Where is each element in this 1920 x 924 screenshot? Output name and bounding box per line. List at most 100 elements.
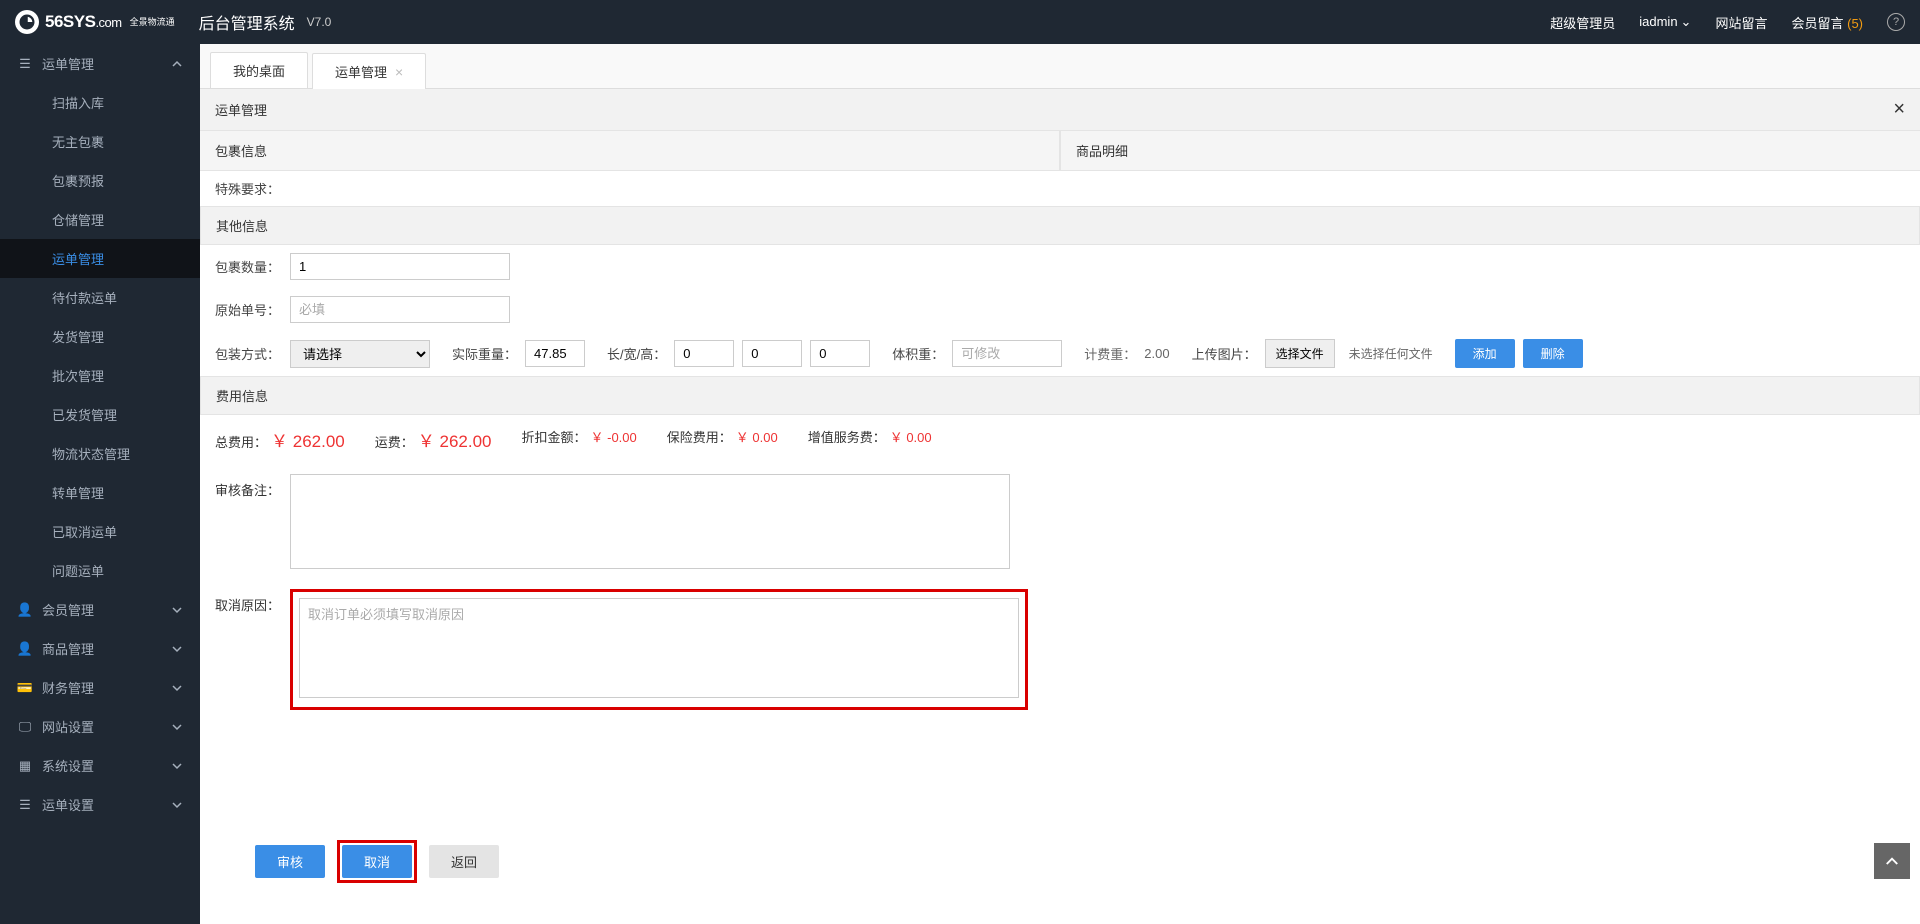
chevron-down-icon bbox=[172, 800, 182, 810]
sidebar-item-storage[interactable]: 仓储管理 bbox=[0, 200, 200, 239]
sidebar-item-batch[interactable]: 批次管理 bbox=[0, 356, 200, 395]
monitor-icon: 🖵 bbox=[18, 720, 32, 734]
sidebar-item-waybill-mgmt[interactable]: 运单管理 bbox=[0, 239, 200, 278]
main-area: 我的桌面 运单管理× 运单管理 × 包裹信息 商品明细 特殊要求： 其他信息 包… bbox=[200, 44, 1920, 924]
vas-label: 增值服务费： bbox=[808, 427, 886, 446]
ship-fee-label: 运费： bbox=[375, 432, 414, 451]
cancel-reason-label: 取消原因： bbox=[215, 589, 290, 614]
sidebar-group-site-settings[interactable]: 🖵网站设置 bbox=[0, 707, 200, 746]
pkg-count-label: 包裹数量： bbox=[215, 257, 290, 276]
dim-width-input[interactable] bbox=[742, 340, 802, 367]
help-icon[interactable]: ? bbox=[1887, 13, 1905, 31]
sidebar-item-transfer[interactable]: 转单管理 bbox=[0, 473, 200, 512]
list-icon: ☰ bbox=[18, 798, 32, 812]
content-panel: 运单管理 × 包裹信息 商品明细 特殊要求： 其他信息 包裹数量： 原始单号： … bbox=[200, 89, 1920, 924]
cancel-reason-textarea[interactable] bbox=[299, 598, 1019, 698]
sidebar-item-shipped[interactable]: 已发货管理 bbox=[0, 395, 200, 434]
insurance-label: 保险费用： bbox=[667, 427, 732, 446]
tab-waybill-mgmt[interactable]: 运单管理× bbox=[312, 53, 426, 89]
orig-no-input[interactable] bbox=[290, 296, 510, 323]
page-tabs: 我的桌面 运单管理× bbox=[200, 44, 1920, 89]
logo-icon bbox=[15, 10, 39, 34]
sidebar-item-logistics-status[interactable]: 物流状态管理 bbox=[0, 434, 200, 473]
panel-title-bar: 运单管理 × bbox=[200, 89, 1920, 131]
header-right: 超级管理员 iadmin⌄ 网站留言 会员留言 (5) ? bbox=[1550, 13, 1905, 32]
sidebar-group-waybill[interactable]: ☰运单管理 bbox=[0, 44, 200, 83]
sidebar-group-member[interactable]: 👤会员管理 bbox=[0, 590, 200, 629]
audit-remark-label: 审核备注： bbox=[215, 474, 290, 499]
add-button[interactable]: 添加 bbox=[1455, 339, 1515, 368]
vas-value: ￥ 0.00 bbox=[890, 427, 932, 446]
back-button[interactable]: 返回 bbox=[429, 845, 499, 878]
audit-remark-textarea[interactable] bbox=[290, 474, 1010, 569]
app-header: 56SYS.com 全景物流通 后台管理系统 V7.0 超级管理员 iadmin… bbox=[0, 0, 1920, 44]
brand-text: 56SYS.com bbox=[45, 12, 122, 32]
choose-file-button[interactable]: 选择文件 bbox=[1265, 339, 1335, 368]
wallet-icon: 💳 bbox=[18, 681, 32, 695]
chevron-down-icon: ⌄ bbox=[1681, 14, 1692, 30]
chevron-down-icon bbox=[172, 605, 182, 615]
special-req-label: 特殊要求： bbox=[215, 179, 290, 198]
sidebar-item-scan-in[interactable]: 扫描入库 bbox=[0, 83, 200, 122]
sub-tab-package-info[interactable]: 包裹信息 bbox=[200, 131, 1060, 171]
actual-weight-input[interactable] bbox=[525, 340, 585, 367]
user-icon: 👤 bbox=[18, 642, 32, 656]
cancel-button[interactable]: 取消 bbox=[342, 845, 412, 878]
sidebar: ☰运单管理 扫描入库 无主包裹 包裹预报 仓储管理 运单管理 待付款运单 发货管… bbox=[0, 44, 200, 924]
chevron-up-icon bbox=[172, 59, 182, 69]
panel-close-icon[interactable]: × bbox=[1893, 98, 1905, 121]
sidebar-group-system-settings[interactable]: ▦系统设置 bbox=[0, 746, 200, 785]
sidebar-item-ownerless[interactable]: 无主包裹 bbox=[0, 122, 200, 161]
no-file-label: 未选择任何文件 bbox=[1349, 345, 1433, 362]
vol-weight-label: 体积重： bbox=[892, 344, 944, 363]
pack-method-select[interactable]: 请选择 bbox=[290, 340, 430, 368]
ship-fee-value: ￥ 262.00 bbox=[418, 427, 492, 452]
insurance-value: ￥ 0.00 bbox=[736, 427, 778, 446]
user-icon: 👤 bbox=[18, 603, 32, 617]
sub-tabs: 包裹信息 商品明细 bbox=[200, 131, 1920, 171]
user-dropdown[interactable]: iadmin⌄ bbox=[1639, 14, 1691, 30]
sidebar-item-ship-mgmt[interactable]: 发货管理 bbox=[0, 317, 200, 356]
sidebar-group-waybill-settings[interactable]: ☰运单设置 bbox=[0, 785, 200, 824]
audit-button[interactable]: 审核 bbox=[255, 845, 325, 878]
billing-value: 2.00 bbox=[1144, 346, 1169, 361]
billing-label: 计费重： bbox=[1084, 344, 1136, 363]
pack-method-label: 包装方式： bbox=[215, 344, 290, 363]
chevron-down-icon bbox=[172, 761, 182, 771]
sidebar-group-finance[interactable]: 💳财务管理 bbox=[0, 668, 200, 707]
vol-weight-input[interactable] bbox=[952, 340, 1062, 367]
scroll-top-button[interactable] bbox=[1874, 843, 1910, 879]
sidebar-item-forecast[interactable]: 包裹预报 bbox=[0, 161, 200, 200]
chevron-down-icon bbox=[172, 722, 182, 732]
dim-length-input[interactable] bbox=[674, 340, 734, 367]
tab-desktop[interactable]: 我的桌面 bbox=[210, 52, 308, 88]
member-messages-link[interactable]: 会员留言 (5) bbox=[1791, 13, 1863, 32]
orig-no-label: 原始单号： bbox=[215, 300, 290, 319]
system-title: 后台管理系统 bbox=[199, 10, 295, 34]
delete-button[interactable]: 删除 bbox=[1523, 339, 1583, 368]
discount-value: ￥ -0.00 bbox=[591, 427, 637, 446]
grid-icon: ▦ bbox=[18, 759, 32, 773]
actual-weight-label: 实际重量： bbox=[452, 344, 517, 363]
role-label: 超级管理员 bbox=[1550, 13, 1615, 32]
dim-height-input[interactable] bbox=[810, 340, 870, 367]
sidebar-group-product[interactable]: 👤商品管理 bbox=[0, 629, 200, 668]
upload-label: 上传图片： bbox=[1192, 344, 1257, 363]
logo: 56SYS.com 全景物流通 后台管理系统 V7.0 bbox=[15, 10, 331, 34]
dims-label: 长/宽/高： bbox=[607, 344, 666, 363]
form-actions: 审核 取消 返回 bbox=[200, 830, 1920, 893]
chevron-down-icon bbox=[172, 683, 182, 693]
close-icon[interactable]: × bbox=[395, 64, 403, 80]
special-requirement-row: 特殊要求： bbox=[200, 171, 1920, 206]
sidebar-item-problem[interactable]: 问题运单 bbox=[0, 551, 200, 590]
sidebar-item-cancelled[interactable]: 已取消运单 bbox=[0, 512, 200, 551]
sidebar-item-unpaid[interactable]: 待付款运单 bbox=[0, 278, 200, 317]
sub-tab-product-detail[interactable]: 商品明细 bbox=[1060, 131, 1920, 171]
other-info-header: 其他信息 bbox=[200, 206, 1920, 245]
highlight-annotation bbox=[290, 589, 1028, 710]
site-messages-link[interactable]: 网站留言 bbox=[1715, 13, 1767, 32]
chevron-down-icon bbox=[172, 644, 182, 654]
chevron-up-icon bbox=[1883, 852, 1901, 870]
highlight-annotation-cancel: 取消 bbox=[337, 840, 417, 883]
pkg-count-input[interactable] bbox=[290, 253, 510, 280]
